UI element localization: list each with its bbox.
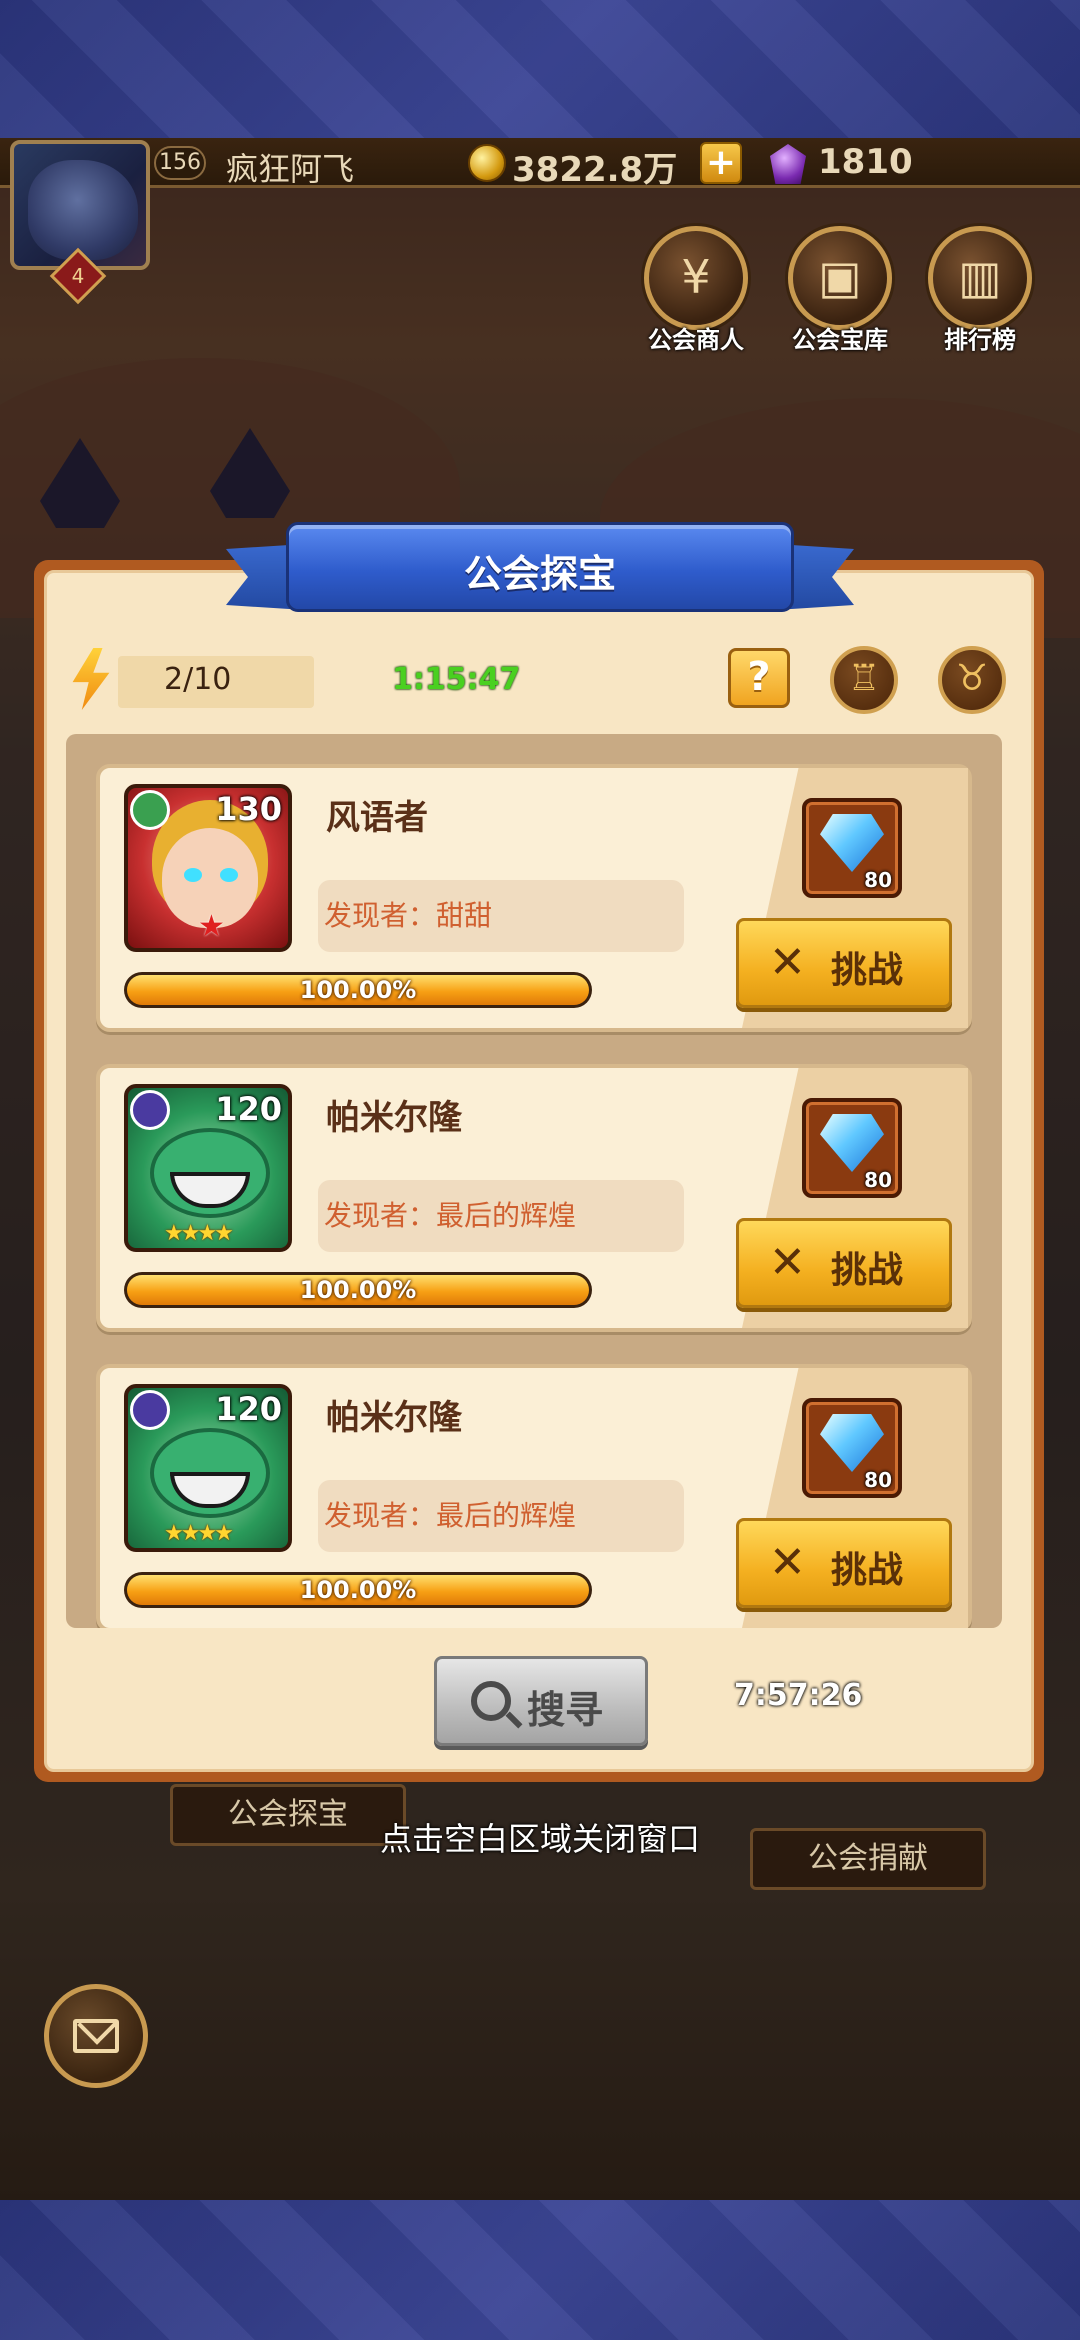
ranking-icon: ▥	[958, 250, 1002, 304]
challenge-label: 挑战	[831, 950, 904, 991]
top-frame-band	[0, 0, 1080, 138]
boss-progress-bar: 100.00%	[124, 1272, 592, 1308]
energy-timer: 1:15:47	[392, 662, 521, 697]
finder-text: 发现者：最后的辉煌	[324, 1199, 577, 1232]
dark-element-icon	[130, 1390, 170, 1430]
bottom-frame-band	[0, 2200, 1080, 2340]
star-rating: ★★★★	[164, 1221, 234, 1246]
close-hint: 点击空白区域关闭窗口	[379, 1820, 700, 1858]
player-name: 疯狂阿飞	[226, 150, 355, 188]
finder-text: 发现者：最后的辉煌	[324, 1499, 577, 1532]
help-button[interactable]: ?	[728, 648, 790, 708]
search-label: 搜寻	[527, 1688, 604, 1732]
boss-card: 120 ★★★★ 帕米尔隆 发现者：最后的辉煌 100.00% 80 ✕ 挑战	[96, 1364, 972, 1628]
challenge-label: 挑战	[831, 1550, 904, 1591]
reward-slot[interactable]: 80	[802, 798, 902, 898]
banner-body: 公会探宝	[286, 522, 794, 612]
boss-level: 120	[215, 1090, 282, 1128]
boss-level: 130	[215, 790, 282, 828]
boss-list[interactable]: 130 ★ 风语者 发现者：甜甜 100.00% 80 ✕ 挑战 120 ★★★…	[66, 734, 1002, 1628]
ranking-label: 排行榜	[944, 326, 1016, 354]
crossed-swords-icon: ✕	[769, 1537, 806, 1588]
shop-icon: ¥	[681, 250, 711, 304]
reward-quantity: 80	[864, 868, 892, 892]
gem-icon	[770, 144, 806, 184]
search-button[interactable]: 搜寻	[434, 1656, 648, 1746]
challenge-button[interactable]: ✕ 挑战	[736, 1218, 952, 1308]
mail-button[interactable]	[44, 1984, 148, 2088]
boss-portrait[interactable]: 120 ★★★★	[124, 1084, 292, 1252]
reward-slot[interactable]: 80	[802, 1398, 902, 1498]
finder-box: 发现者：甜甜	[318, 880, 684, 952]
progress-text: 100.00%	[299, 1276, 417, 1304]
gold-coin-icon	[468, 144, 506, 182]
avatar-rank: 4	[71, 264, 85, 288]
nature-element-icon	[130, 790, 170, 830]
red-star-icon: ★	[198, 909, 225, 944]
diamond-icon	[820, 1114, 884, 1172]
boss-name: 风语者	[326, 798, 428, 838]
trophy-button[interactable]: ♖	[830, 646, 898, 714]
crossed-swords-icon: ✕	[769, 1237, 806, 1288]
bull-button[interactable]: ♉	[938, 646, 1006, 714]
crossed-swords-icon: ✕	[769, 937, 806, 988]
dragon-portrait-icon	[28, 160, 138, 260]
challenge-button[interactable]: ✕ 挑战	[736, 1518, 952, 1608]
energy-count: 2/10	[164, 662, 232, 697]
modal-title: 公会探宝	[463, 552, 616, 596]
diamond-icon	[820, 1414, 884, 1472]
finder-box: 发现者：最后的辉煌	[318, 1180, 684, 1252]
finder-text: 发现者：甜甜	[324, 899, 493, 932]
finder-box: 发现者：最后的辉煌	[318, 1480, 684, 1552]
gem-amount: 1810	[818, 142, 913, 182]
boss-portrait[interactable]: 130 ★	[124, 784, 292, 952]
reward-slot[interactable]: 80	[802, 1098, 902, 1198]
boss-name: 帕米尔隆	[326, 1098, 462, 1138]
eye-icon	[184, 868, 202, 882]
boss-name: 帕米尔隆	[326, 1398, 462, 1438]
challenge-button[interactable]: ✕ 挑战	[736, 918, 952, 1008]
diamond-icon	[820, 814, 884, 872]
reward-quantity: 80	[864, 1168, 892, 1192]
top-hud: 156 疯狂阿飞 3822.8万 + 1810	[0, 138, 1080, 190]
dark-element-icon	[130, 1090, 170, 1130]
boss-progress-bar: 100.00%	[124, 1572, 592, 1608]
modal-title-banner: 公会探宝	[226, 522, 854, 618]
guild-vault-button[interactable]: ▣ 公会宝库	[788, 226, 892, 355]
boss-card: 130 ★ 风语者 发现者：甜甜 100.00% 80 ✕ 挑战	[96, 764, 972, 1032]
treasure-chest-icon: ▣	[818, 250, 862, 304]
bull-icon: ♉	[955, 658, 989, 699]
progress-text: 100.00%	[299, 1576, 417, 1604]
gold-amount: 3822.8万	[512, 150, 678, 190]
add-gold-button[interactable]: +	[700, 142, 742, 184]
progress-text: 100.00%	[299, 976, 417, 1004]
guild-merchant-label: 公会商人	[648, 326, 744, 354]
boss-portrait[interactable]: 120 ★★★★	[124, 1384, 292, 1552]
ranking-button[interactable]: ▥ 排行榜	[928, 226, 1032, 355]
reward-quantity: 80	[864, 1468, 892, 1492]
challenge-label: 挑战	[831, 1250, 904, 1291]
guild-vault-label: 公会宝库	[792, 326, 888, 354]
boss-card: 120 ★★★★ 帕米尔隆 发现者：最后的辉煌 100.00% 80 ✕ 挑战	[96, 1064, 972, 1332]
guild-merchant-button[interactable]: ¥ 公会商人	[644, 226, 748, 355]
search-timer: 7:57:26	[734, 1678, 863, 1713]
star-rating: ★★★★	[164, 1521, 234, 1546]
boss-progress-bar: 100.00%	[124, 972, 592, 1008]
eye-icon	[220, 868, 238, 882]
magnifier-icon	[471, 1681, 511, 1721]
boss-level: 120	[215, 1390, 282, 1428]
trophy-icon: ♖	[847, 658, 881, 699]
mail-icon	[73, 2019, 119, 2053]
player-level: 156	[154, 146, 206, 180]
